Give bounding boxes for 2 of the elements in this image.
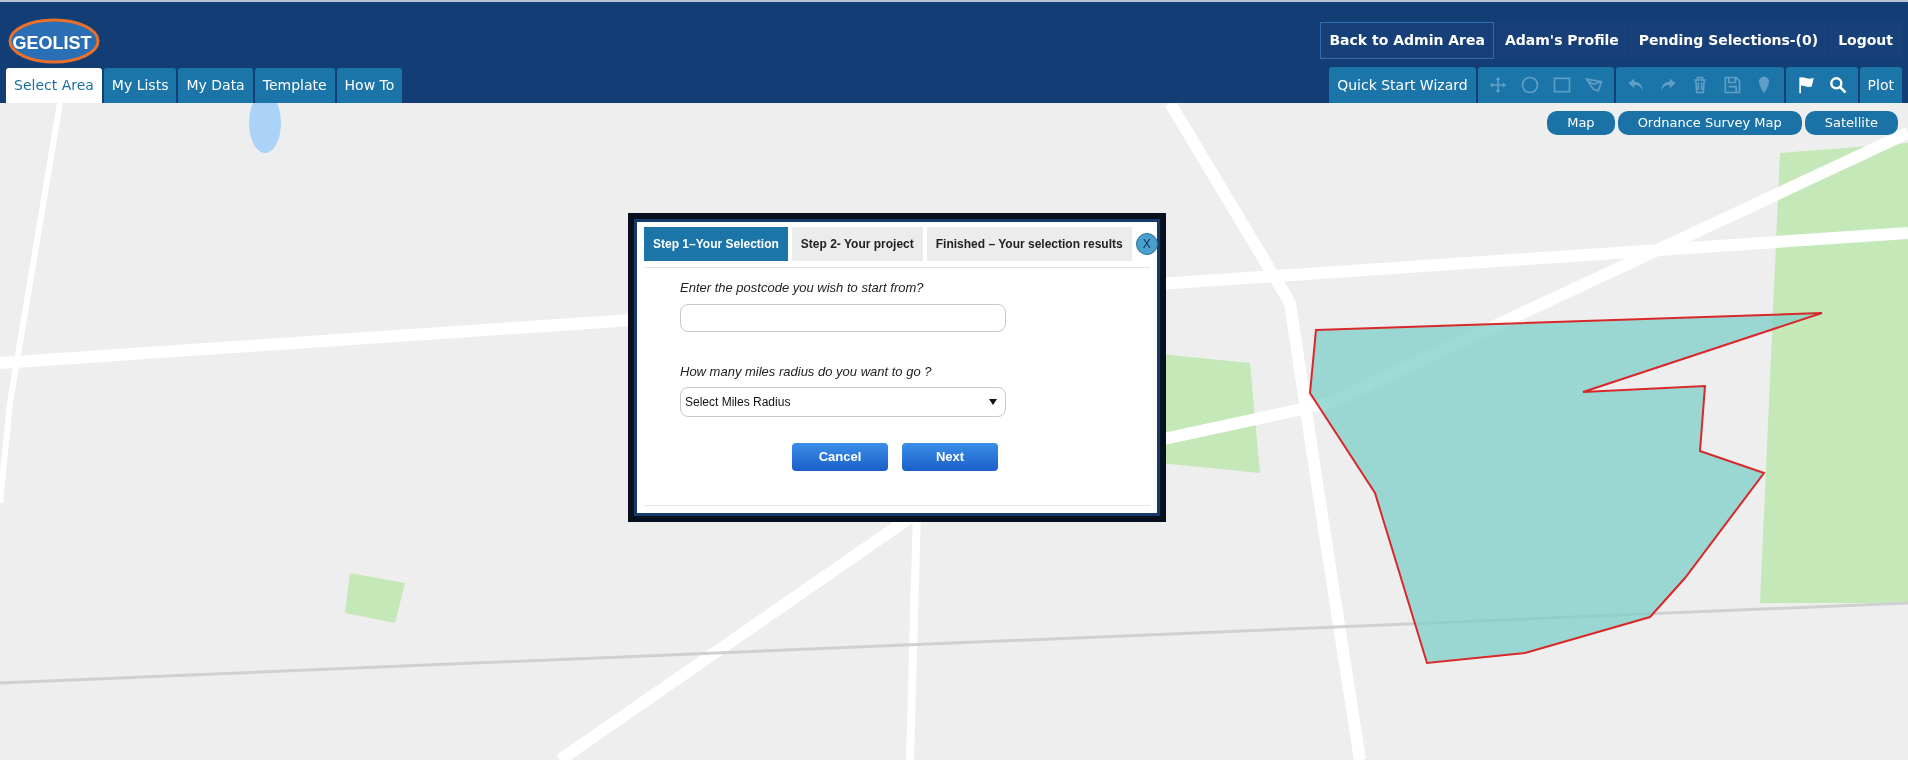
field-label: Enter the postcode you wish to start from? [680,279,925,297]
field-label: How many miles radius do you want to go ? [680,362,933,381]
